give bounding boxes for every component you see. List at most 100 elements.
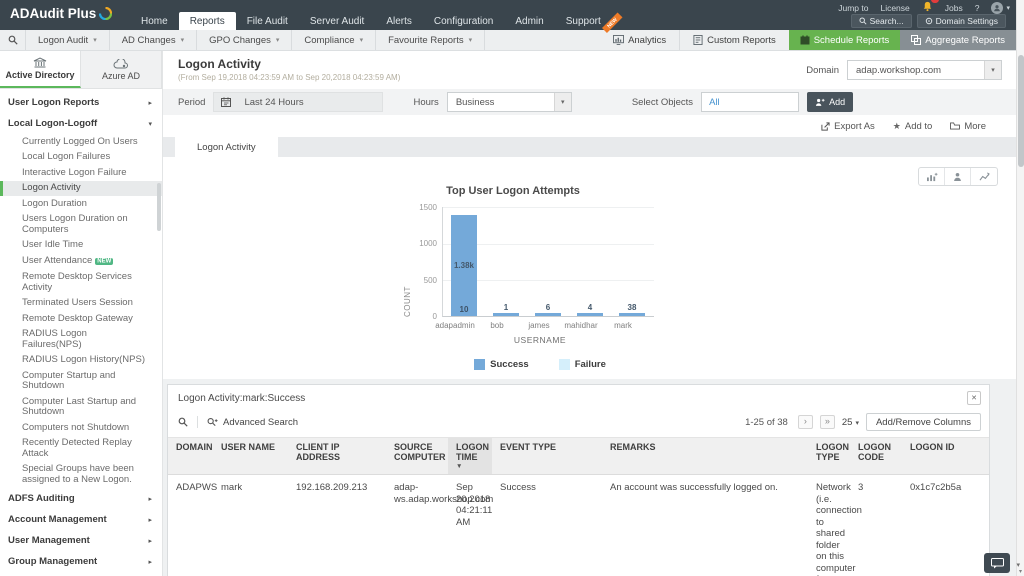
license-link[interactable]: License (880, 3, 909, 13)
chart-user-button[interactable] (945, 168, 971, 185)
sidebar-item[interactable]: Group Management ▸ (0, 551, 162, 572)
tab-active-directory[interactable]: Active Directory (0, 51, 81, 88)
menubar-item[interactable]: AD Changes (110, 30, 197, 50)
grid-search-button[interactable] (178, 417, 188, 427)
sidebar-item[interactable]: Account Management ▸ (0, 509, 162, 530)
chart-controls (918, 167, 998, 186)
sidebar-item[interactable]: Users Logon Duration on Computers (0, 212, 162, 238)
sidebar-item[interactable]: Special Groups have been assigned to a N… (0, 462, 162, 488)
sidebar-item[interactable]: Computer Last Startup and Shutdown (0, 394, 162, 420)
sidebar-item[interactable]: User AttendanceNEW (0, 253, 162, 270)
advanced-search-button[interactable]: Advanced Search (207, 417, 298, 428)
bar-james[interactable] (535, 313, 561, 316)
feedback-chat-button[interactable] (984, 553, 1010, 573)
column-header[interactable]: LOGON TYPE (808, 438, 850, 475)
chart-refresh-button[interactable] (971, 168, 997, 185)
chevron-down-icon[interactable]: ▾ (1016, 561, 1020, 569)
column-header[interactable]: USER NAME (213, 438, 288, 475)
domain-select[interactable]: adap.workshop.com ▾ (847, 60, 1002, 80)
nav-item[interactable]: Server Audit (299, 12, 375, 30)
export-as-button[interactable]: Export As (821, 121, 875, 132)
sidebar-item[interactable]: User Management ▸ (0, 530, 162, 551)
nav-item[interactable]: File Audit (236, 12, 299, 30)
add-objects-button[interactable]: Add (807, 92, 853, 112)
domain-settings-button[interactable]: Domain Settings (917, 14, 1006, 28)
bar-adapadmin[interactable]: 1.38k10 (451, 215, 477, 316)
sidebar-item[interactable]: Local Logon-Logoff ▾ (0, 113, 162, 134)
menubar-item[interactable]: GPO Changes (197, 30, 292, 50)
period-picker[interactable]: Last 24 Hours (213, 92, 383, 112)
add-to-button[interactable]: ★ Add to (893, 121, 933, 132)
close-icon[interactable]: ✕ (967, 391, 981, 405)
sidebar-item[interactable]: Logon Activity (0, 181, 162, 197)
column-header[interactable]: CLIENT IP ADDRESS (288, 438, 386, 475)
tab-logon-activity[interactable]: Logon Activity (175, 137, 278, 157)
hours-select[interactable]: Business ▾ (447, 92, 572, 112)
sidebar-item[interactable]: Remote Desktop Services Activity (0, 270, 162, 296)
add-remove-columns-button[interactable]: Add/Remove Columns (866, 413, 981, 431)
menubar-item[interactable]: Favourite Reports (376, 30, 485, 50)
legend-item[interactable]: Success (474, 359, 529, 370)
notification-count-badge: 3 (931, 0, 939, 3)
sidebar-item[interactable]: Interactive Logon Failure (0, 165, 162, 181)
scrollbar-thumb[interactable] (1018, 55, 1024, 167)
chart-bars: 1.38k1016438 (443, 206, 654, 316)
gear-icon (925, 17, 933, 25)
sidebar-item[interactable]: Recently Detected Replay Attack (0, 436, 162, 462)
search-icon (8, 35, 18, 45)
next-page-button[interactable]: › (798, 415, 813, 429)
jobs-link[interactable]: Jobs (945, 3, 963, 13)
column-header[interactable]: LOGON TIME▼ (448, 438, 492, 475)
column-header[interactable]: LOGON CODE (850, 438, 902, 475)
more-button[interactable]: More (950, 121, 986, 132)
sidebar-item[interactable]: Computer Startup and Shutdown (0, 368, 162, 394)
page-scrollbar[interactable]: ▾ (1016, 0, 1024, 576)
person-icon (993, 4, 1001, 12)
bar-mark[interactable] (619, 313, 645, 316)
nav-item[interactable]: Reports (179, 12, 236, 30)
legend-item[interactable]: Failure (559, 359, 606, 370)
column-header[interactable]: REMARKS (602, 438, 808, 475)
sidebar-item[interactable]: Terminated Users Session (0, 296, 162, 312)
tab-azure-ad[interactable]: Azure AD (81, 51, 162, 88)
sidebar-item[interactable]: Currently Logged On Users (0, 134, 162, 150)
sidebar-item[interactable]: RADIUS Logon Failures(NPS) (0, 327, 162, 353)
page-size-select[interactable]: 25 (842, 417, 859, 428)
nav-item[interactable]: Admin (504, 12, 554, 30)
menubar-item[interactable]: Logon Audit (26, 30, 110, 50)
sidebar-item[interactable]: ADFS Auditing ▸ (0, 488, 162, 509)
column-header[interactable]: DOMAIN (168, 438, 213, 475)
sidebar-item[interactable]: Computer Management ▸ (0, 572, 162, 576)
column-header[interactable]: SOURCE COMPUTER (386, 438, 448, 475)
sidebar-item[interactable]: User Logon Reports ▸ (0, 92, 162, 113)
sidebar-scrollbar-thumb[interactable] (157, 183, 161, 231)
bar-bob[interactable] (493, 313, 519, 316)
nav-item[interactable]: Home (130, 12, 179, 30)
schedule-reports-button[interactable]: Schedule Reports (789, 30, 901, 50)
scroll-down-arrow-icon[interactable]: ▾ (1017, 568, 1024, 575)
sidebar-item[interactable]: Logon Duration (0, 196, 162, 212)
column-header[interactable]: LOGON ID (902, 438, 989, 475)
sidebar-item[interactable]: RADIUS Logon History(NPS) (0, 353, 162, 369)
aggregate-reports-button[interactable]: Aggregate Reports (900, 30, 1016, 50)
select-objects-input[interactable]: All (701, 92, 799, 112)
custom-reports-button[interactable]: Custom Reports (679, 30, 789, 50)
column-header[interactable]: EVENT TYPE (492, 438, 602, 475)
sidebar-item[interactable]: Local Logon Failures (0, 150, 162, 166)
bar-mahidhar[interactable] (577, 313, 603, 316)
help-link[interactable]: ? (975, 3, 980, 13)
chart-type-button[interactable] (919, 168, 945, 185)
jump-to-link[interactable]: Jump to (838, 3, 868, 13)
search-plus-icon (207, 417, 218, 427)
global-search-button[interactable]: Search... (851, 14, 912, 28)
expand-arrow-icon (148, 298, 156, 300)
nav-item[interactable]: Configuration (423, 12, 504, 30)
report-search-button[interactable] (0, 30, 26, 50)
sidebar-item[interactable]: Computers not Shutdown (0, 420, 162, 436)
sidebar-item[interactable]: User Idle Time (0, 238, 162, 254)
nav-item[interactable]: Alerts (375, 12, 423, 30)
sidebar-item[interactable]: Remote Desktop Gateway (0, 311, 162, 327)
analytics-button[interactable]: NEW Analytics (600, 30, 679, 50)
last-page-button[interactable]: » (820, 415, 835, 429)
menubar-item[interactable]: Compliance (292, 30, 376, 50)
